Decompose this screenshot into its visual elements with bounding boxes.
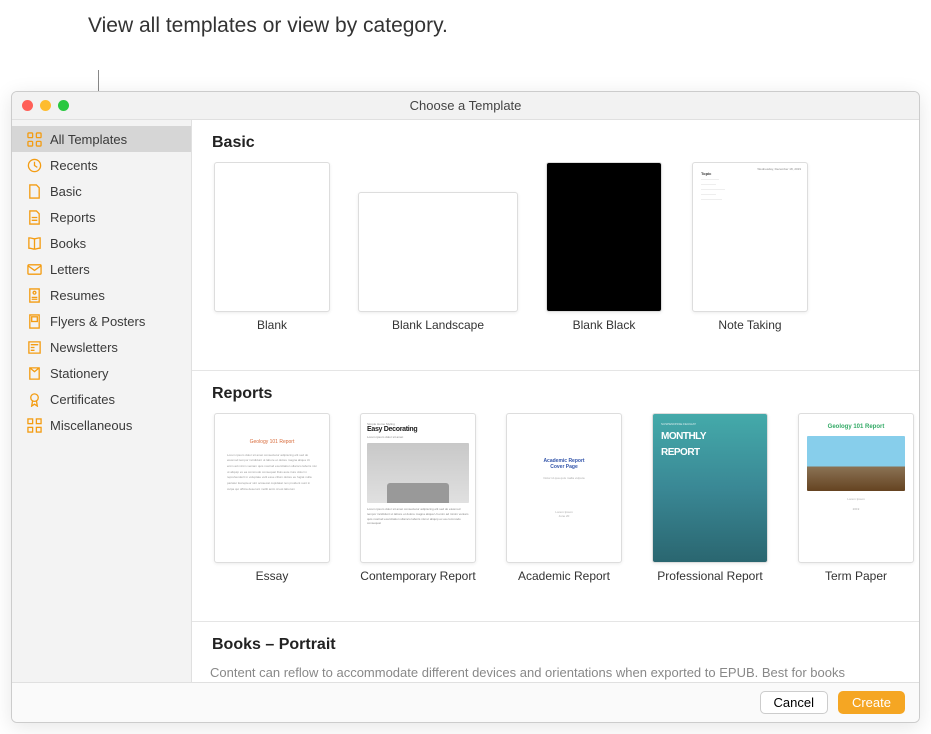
- template-thumbnail: Simple Home Styling Easy Decorating Lore…: [360, 413, 476, 563]
- thumb-date: Wednesday, December 18, 2019: [757, 167, 801, 171]
- thumb-heading: REPORT: [661, 448, 700, 458]
- sidebar-item-label: Miscellaneous: [50, 418, 132, 433]
- footer-bar: Cancel Create: [12, 682, 919, 722]
- template-contemporary-report[interactable]: Simple Home Styling Easy Decorating Lore…: [356, 413, 480, 599]
- section-subtitle: Content can reflow to accommodate differ…: [210, 664, 919, 682]
- template-thumbnail: [358, 192, 518, 312]
- template-label: Essay: [256, 569, 289, 599]
- divider: [192, 370, 919, 371]
- sidebar-item-label: All Templates: [50, 132, 127, 147]
- template-label: Note Taking: [718, 318, 781, 348]
- template-thumbnail: Geology 101 Report Lorem ipsum dolor sit…: [214, 413, 330, 563]
- thumb-heading: MONTHLY: [661, 432, 706, 442]
- flyer-icon: [26, 313, 42, 329]
- template-label: Blank Black: [573, 318, 636, 348]
- sidebar-item-label: Stationery: [50, 366, 109, 381]
- template-label: Professional Report: [657, 569, 762, 599]
- template-academic-report[interactable]: Academic Report Cover Page Dolor id qua …: [502, 413, 626, 599]
- template-blank-black[interactable]: Blank Black: [542, 162, 666, 348]
- sidebar-item-recents[interactable]: Recents: [12, 152, 191, 178]
- maximize-button[interactable]: [58, 100, 69, 111]
- sidebar-item-label: Basic: [50, 184, 82, 199]
- sidebar-item-miscellaneous[interactable]: Miscellaneous: [12, 412, 191, 438]
- section-books-portrait: Books – Portrait Content can reflow to a…: [210, 636, 919, 682]
- template-label: Term Paper: [825, 569, 887, 599]
- book-icon: [26, 235, 42, 251]
- sidebar-item-label: Newsletters: [50, 340, 118, 355]
- sidebar: All Templates Recents Basic Reports Book…: [12, 120, 192, 682]
- window-title: Choose a Template: [12, 98, 919, 113]
- titlebar: Choose a Template: [12, 92, 919, 120]
- sidebar-item-resumes[interactable]: Resumes: [12, 282, 191, 308]
- template-label: Academic Report: [518, 569, 610, 599]
- sidebar-item-label: Flyers & Posters: [50, 314, 145, 329]
- thumb-title: Geology 101 Report: [807, 424, 905, 430]
- template-note-taking[interactable]: Wednesday, December 18, 2019 Topic —————…: [688, 162, 812, 348]
- thumb-heading: Easy Decorating: [367, 426, 469, 433]
- template-row: Geology 101 Report Lorem ipsum dolor sit…: [210, 413, 919, 603]
- section-title: Books – Portrait: [210, 636, 919, 654]
- sidebar-item-label: Resumes: [50, 288, 105, 303]
- sidebar-item-certificates[interactable]: Certificates: [12, 386, 191, 412]
- template-label: Contemporary Report: [360, 569, 475, 599]
- template-thumbnail: Wednesday, December 18, 2019 Topic —————…: [692, 162, 808, 312]
- sidebar-item-all-templates[interactable]: All Templates: [12, 126, 191, 152]
- sidebar-item-stationery[interactable]: Stationery: [12, 360, 191, 386]
- thumb-line2: Cover Page: [550, 464, 578, 470]
- clock-icon: [26, 157, 42, 173]
- template-row: Blank Blank Landscape Blank Black Wednes…: [210, 162, 919, 352]
- letter-icon: [26, 261, 42, 277]
- divider: [192, 621, 919, 622]
- sidebar-item-label: Certificates: [50, 392, 115, 407]
- sidebar-item-label: Recents: [50, 158, 98, 173]
- sidebar-item-flyers[interactable]: Flyers & Posters: [12, 308, 191, 334]
- sidebar-item-newsletters[interactable]: Newsletters: [12, 334, 191, 360]
- grid-icon: [26, 131, 42, 147]
- news-icon: [26, 339, 42, 355]
- template-thumbnail: [546, 162, 662, 312]
- template-blank[interactable]: Blank: [210, 162, 334, 348]
- sidebar-item-reports[interactable]: Reports: [12, 204, 191, 230]
- misc-icon: [26, 417, 42, 433]
- template-thumbnail: Academic Report Cover Page Dolor id qua …: [506, 413, 622, 563]
- template-thumbnail: Geology 101 Report Lorem Ipsum 2019: [798, 413, 914, 563]
- template-term-paper[interactable]: Geology 101 Report Lorem Ipsum 2019 Term…: [794, 413, 918, 599]
- sidebar-item-label: Reports: [50, 210, 96, 225]
- sidebar-item-label: Letters: [50, 262, 90, 277]
- template-thumbnail: SUSPENDISSE FEUGIAT MONTHLY REPORT: [652, 413, 768, 563]
- cancel-button[interactable]: Cancel: [760, 691, 828, 714]
- template-label: Blank Landscape: [392, 318, 484, 348]
- template-blank-landscape[interactable]: Blank Landscape: [356, 162, 520, 348]
- create-button[interactable]: Create: [838, 691, 905, 714]
- section-title: Reports: [210, 385, 919, 403]
- template-label: Blank: [257, 318, 287, 348]
- section-basic: Basic Blank Blank Landscape Blank Black: [210, 134, 919, 352]
- sidebar-item-letters[interactable]: Letters: [12, 256, 191, 282]
- sidebar-item-books[interactable]: Books: [12, 230, 191, 256]
- doc-icon: [26, 183, 42, 199]
- section-title: Basic: [210, 134, 919, 152]
- resume-icon: [26, 287, 42, 303]
- minimize-button[interactable]: [40, 100, 51, 111]
- template-essay[interactable]: Geology 101 Report Lorem ipsum dolor sit…: [210, 413, 334, 599]
- template-professional-report[interactable]: SUSPENDISSE FEUGIAT MONTHLY REPORT Profe…: [648, 413, 772, 599]
- report-icon: [26, 209, 42, 225]
- callout-text: View all templates or view by category.: [88, 12, 448, 39]
- certificate-icon: [26, 391, 42, 407]
- sidebar-item-label: Books: [50, 236, 86, 251]
- close-button[interactable]: [22, 100, 33, 111]
- thumb-kicker: SUSPENDISSE FEUGIAT: [661, 422, 696, 426]
- stationery-icon: [26, 365, 42, 381]
- thumb-title: Geology 101 Report: [227, 438, 317, 447]
- traffic-lights: [12, 100, 69, 111]
- section-reports: Reports Geology 101 Report Lorem ipsum d…: [210, 385, 919, 603]
- sidebar-item-basic[interactable]: Basic: [12, 178, 191, 204]
- template-thumbnail: [214, 162, 330, 312]
- main-panel: Basic Blank Blank Landscape Blank Black: [192, 120, 919, 682]
- template-chooser-window: Choose a Template All Templates Recents …: [11, 91, 920, 723]
